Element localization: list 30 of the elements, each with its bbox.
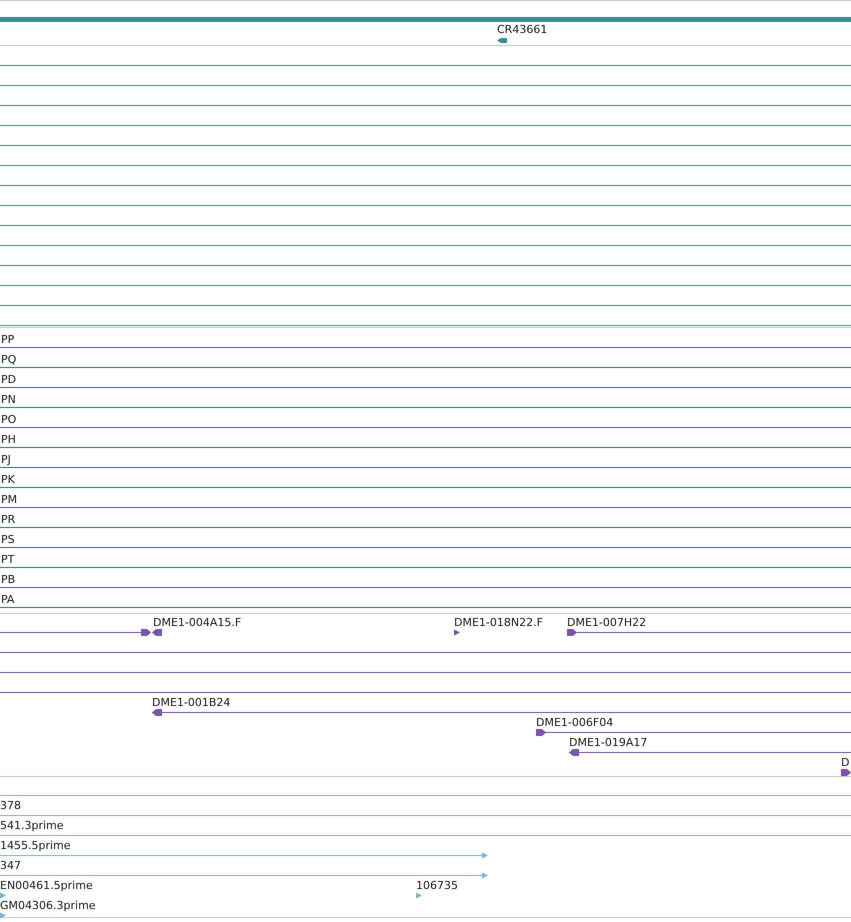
feature-label: DME1-007H22 xyxy=(567,616,646,629)
feature-label: DME1-001B24 xyxy=(152,696,230,709)
feature-label: D xyxy=(841,756,850,769)
feature-label: PJ xyxy=(1,453,11,466)
feature-label: PO xyxy=(1,413,16,426)
feature-label: GM04306.3prime xyxy=(0,899,96,912)
feature-label: PN xyxy=(1,393,16,406)
feature-label: PB xyxy=(1,573,16,586)
feature-label: CR43661 xyxy=(497,23,548,36)
feature-label: PR xyxy=(1,513,16,526)
feature-label: 541.3prime xyxy=(0,819,64,832)
feature-label: PH xyxy=(1,433,16,446)
feature-label: PQ xyxy=(1,353,16,366)
feature-label: 106735 xyxy=(416,879,458,892)
feature-label: DME1-004A15.F xyxy=(153,616,242,629)
feature-label: DME1-018N22.F xyxy=(454,616,543,629)
feature-label: 378 xyxy=(0,799,21,812)
feature-arrow xyxy=(497,38,507,43)
feature-label: PD xyxy=(1,373,16,386)
feature-label: DME1-019A17 xyxy=(569,736,648,749)
feature-label: EN00461.5prime xyxy=(0,879,93,892)
feature-label: 1455.5prime xyxy=(0,839,71,852)
feature-label: DME1-006F04 xyxy=(536,716,614,729)
feature-label: PP xyxy=(1,333,14,346)
feature-label: 347 xyxy=(0,859,21,872)
feature-label: PM xyxy=(1,493,18,506)
feature-label: PT xyxy=(1,553,14,566)
feature-label: PS xyxy=(1,533,15,546)
feature-label: PK xyxy=(1,473,15,486)
feature-label: PA xyxy=(1,593,14,606)
